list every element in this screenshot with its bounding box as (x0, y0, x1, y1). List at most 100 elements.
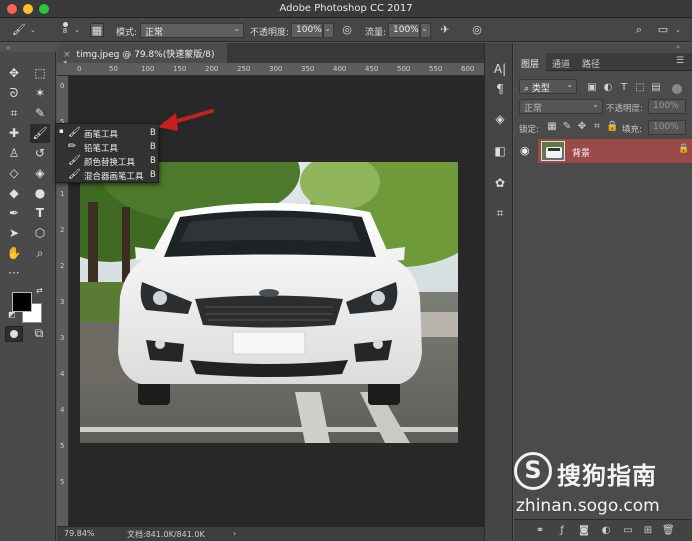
eyedropper-tool-icon[interactable]: ✎ (30, 104, 50, 123)
tab-layers[interactable]: 图层 (514, 53, 547, 71)
status-menu-arrow-icon[interactable]: › (233, 529, 236, 538)
zoom-level[interactable]: 79.84% (64, 529, 95, 538)
workspace-icon[interactable]: ▭ (656, 23, 670, 37)
workspace-chevron-down-icon[interactable]: ⌄ (675, 26, 681, 34)
opacity-input[interactable]: 100% (291, 23, 323, 38)
layer-opacity-input[interactable]: 100% (648, 99, 686, 114)
character-panel-icon[interactable]: A| (492, 61, 508, 77)
ruler-v-tick: 2 (60, 226, 65, 234)
collapse-panel-icon[interactable]: » (676, 43, 680, 51)
lock-artboard-icon[interactable]: ⌗ (591, 121, 603, 133)
collapse-toolbar-icon[interactable]: « (6, 44, 10, 52)
screen-mode-icon[interactable]: ⧉ (29, 324, 49, 343)
filter-pixel-icon[interactable]: ▣ (586, 82, 598, 94)
ruler-h-tick: 550 (429, 65, 443, 73)
layer-row-background[interactable]: 背景 🔒 (538, 139, 692, 163)
brush-tool-icon[interactable]: 🖌 (30, 124, 50, 143)
crop-panel-icon[interactable]: ⌗ (492, 205, 508, 221)
tab-paths[interactable]: 路径 (575, 53, 607, 71)
filter-adjustment-icon[interactable]: ◐ (602, 82, 614, 94)
lock-image-icon[interactable]: ✎ (561, 121, 573, 133)
hand-tool-icon[interactable]: ✋ (4, 244, 24, 263)
swap-colors-icon[interactable]: ⇄ (36, 286, 43, 295)
move-tool-icon[interactable]: ✥ (4, 64, 24, 83)
brush-size-chevron-down-icon[interactable]: ⌄ (74, 26, 80, 34)
magic-wand-tool-icon[interactable]: ✶ (30, 84, 50, 103)
pen-tool-icon[interactable]: ✒ (4, 204, 24, 223)
path-selection-tool-icon[interactable]: ➤ (4, 224, 24, 243)
paragraph-panel-icon[interactable]: ¶ (492, 81, 508, 97)
flow-label: 流量: (365, 28, 387, 38)
layer-name[interactable]: 背景 (572, 146, 590, 159)
filter-type-icon[interactable]: T (618, 82, 630, 94)
delete-layer-icon[interactable]: 🗑 (662, 525, 675, 537)
type-tool-icon[interactable]: T (30, 204, 50, 223)
spot-healing-tool-icon[interactable]: ✚ (4, 124, 24, 143)
filter-toggle[interactable] (672, 84, 682, 94)
dodge-tool-icon[interactable]: ● (30, 184, 50, 203)
pencil-tool-icon: ✏ (68, 141, 77, 152)
paint-bucket-tool-icon[interactable]: ◈ (30, 164, 50, 183)
ruler-v-tick: 5 (60, 478, 65, 486)
new-adjustment-layer-icon[interactable]: ◐ (600, 525, 612, 537)
filter-shape-icon[interactable]: ⬚ (634, 82, 646, 94)
lock-transparent-icon[interactable]: ▦ (546, 121, 558, 133)
clone-stamp-tool-icon[interactable]: ♙ (4, 144, 24, 163)
layer-style-icon[interactable]: ƒ (556, 525, 568, 537)
marquee-tool-icon[interactable]: ⬚ (30, 64, 50, 83)
pressure-size-icon[interactable]: ◎ (470, 23, 484, 37)
filter-smart-object-icon[interactable]: ▤ (650, 82, 662, 94)
close-tab-icon[interactable]: × (63, 50, 71, 60)
ruler-v-tick: 3 (60, 298, 65, 306)
flyout-item-color-replacement-tool[interactable]: 🖌 颜色替换工具 B (56, 154, 160, 168)
layer-visibility-toggle[interactable]: ◉ (514, 139, 538, 163)
link-layers-icon[interactable]: ⚭ (534, 525, 546, 537)
lock-position-icon[interactable]: ✥ (576, 121, 588, 133)
adjustments-panel-icon[interactable]: ◧ (492, 143, 508, 159)
eraser-tool-icon[interactable]: ◇ (4, 164, 24, 183)
panel-menu-icon[interactable]: ☰ (676, 56, 684, 66)
document-tab[interactable]: ×timg.jpeg @ 79.8%(快速蒙版/8) * (57, 43, 227, 70)
blur-tool-icon[interactable]: ◆ (4, 184, 24, 203)
lock-all-icon[interactable]: 🔒 (606, 121, 618, 133)
chevron-down-icon: ⌄ (421, 24, 428, 33)
libraries-panel-icon[interactable]: ✿ (492, 175, 508, 191)
default-colors-icon[interactable]: ◩ (8, 310, 16, 319)
car-photo[interactable] (80, 162, 458, 443)
more-tools-icon[interactable]: ··· (4, 264, 24, 283)
flyout-item-label: 铅笔工具 (84, 144, 119, 154)
filter-kind-select[interactable]: ⌕ 类型 ⌄ (519, 79, 577, 94)
add-mask-icon[interactable]: ◙ (578, 525, 590, 537)
zoom-tool-icon[interactable]: ⌕ (30, 244, 50, 263)
layers-panel-icon[interactable]: ◈ (492, 111, 508, 127)
brush-panel-toggle-icon[interactable]: ▦ (90, 23, 104, 37)
fill-input[interactable]: 100% (648, 120, 686, 135)
airbrush-icon[interactable]: ✈ (438, 23, 452, 37)
mode-select[interactable]: 正常 ⌄ (140, 23, 244, 38)
brush-size-picker[interactable]: 8 (60, 21, 70, 39)
history-brush-tool-icon[interactable]: ↺ (30, 144, 50, 163)
foreground-color-swatch[interactable] (12, 292, 32, 312)
search-icon[interactable]: ⌕ (632, 23, 646, 37)
lock-label: 锁定: (519, 125, 539, 135)
shape-tool-icon[interactable]: ⬡ (30, 224, 50, 243)
brush-tool-preset-icon[interactable]: 🖌 (12, 23, 26, 37)
new-layer-icon[interactable]: ⊞ (642, 525, 654, 537)
ruler-v-tick: 4 (60, 370, 65, 378)
preset-chevron-down-icon[interactable]: ⌄ (30, 26, 36, 34)
flyout-item-pencil-tool[interactable]: ✏ 铅笔工具 B (56, 140, 160, 154)
flow-slider-toggle[interactable]: ⌄ (420, 23, 431, 38)
search-icon: ⌕ (524, 84, 532, 94)
blend-mode-select[interactable]: 正常 ⌄ (519, 99, 603, 114)
quick-mask-button[interactable] (5, 326, 23, 342)
flyout-item-mixer-brush-tool[interactable]: 🖌 混合器画笔工具 B (56, 168, 160, 182)
opacity-slider-toggle[interactable]: ⌄ (323, 23, 334, 38)
chevron-down-icon: ⌄ (233, 24, 240, 33)
crop-tool-icon[interactable]: ⌗ (4, 104, 24, 123)
pressure-opacity-icon[interactable]: ◎ (340, 23, 354, 37)
new-group-icon[interactable]: ▭ (622, 525, 634, 537)
lasso-tool-icon[interactable]: ᘐ (4, 84, 24, 103)
flow-input[interactable]: 100% (388, 23, 420, 38)
tab-channels[interactable]: 通道 (545, 53, 577, 71)
flyout-item-brush-tool[interactable]: ▪ 🖌 画笔工具 B (56, 126, 160, 140)
